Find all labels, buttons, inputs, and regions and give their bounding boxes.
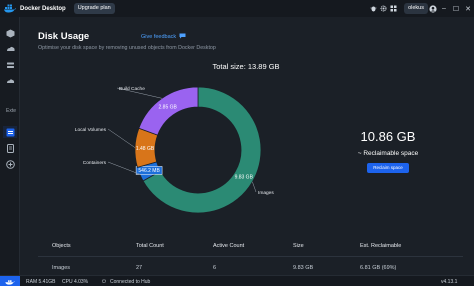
column-header-est-reclaimable: Est. Reclaimable bbox=[360, 243, 402, 249]
add-extensions-icon[interactable] bbox=[3, 158, 17, 170]
slice-category-label: Local Volumes bbox=[75, 127, 107, 133]
cell-total-count: 27 bbox=[136, 265, 143, 271]
slice-value-label: 1.48 GB bbox=[136, 146, 155, 152]
slice-value-label: 546.2 MB bbox=[138, 168, 160, 174]
dev-environments-icon[interactable] bbox=[3, 75, 17, 87]
disk-usage-donut-chart: 9.83 GB Images 546.2 MB Containers 1.48 GB Lo… bbox=[75, 86, 274, 214]
cell-size: 9.83 GB bbox=[293, 265, 314, 271]
column-header-size: Size bbox=[293, 243, 304, 249]
user-account-button[interactable]: olekus bbox=[404, 3, 428, 14]
maximize-button[interactable]: ☐ bbox=[450, 0, 462, 17]
callout-line bbox=[252, 181, 257, 193]
cpu-usage: CPU 4.03% bbox=[62, 279, 89, 285]
containers-icon[interactable] bbox=[3, 27, 17, 39]
avatar-icon[interactable] bbox=[428, 0, 438, 17]
sidebar: Exte bbox=[0, 17, 20, 275]
hub-connection-status: Connected to Hub bbox=[110, 279, 151, 285]
settings-gear-icon[interactable] bbox=[378, 0, 388, 17]
slice-value-label: 9.83 GB bbox=[235, 175, 254, 181]
app-title: Docker Desktop bbox=[20, 5, 66, 12]
docker-whale-icon bbox=[2, 0, 18, 17]
upgrade-plan-button[interactable]: Upgrade plan bbox=[73, 3, 115, 14]
disk-usage-extension-icon[interactable] bbox=[3, 126, 17, 138]
ram-usage: RAM 5.41GB bbox=[26, 279, 56, 285]
grid-apps-icon[interactable] bbox=[388, 0, 398, 17]
title-bar: Docker Desktop Upgrade plan olekus – ☐ ✕ bbox=[0, 0, 474, 17]
volumes-icon[interactable] bbox=[3, 59, 17, 71]
slice-category-label: Images bbox=[258, 190, 274, 196]
callout-line bbox=[107, 161, 140, 175]
disk-usage-table: Objects Total Count Active Count Size Es… bbox=[38, 235, 463, 279]
callout-line bbox=[107, 128, 136, 148]
hub-plug-icon: ⏻ bbox=[102, 279, 106, 285]
cell-objects: Images bbox=[52, 265, 71, 271]
column-header-total-count: Total Count bbox=[136, 243, 164, 249]
reclaimable-size: 10.86 GB bbox=[360, 129, 416, 144]
column-header-objects: Objects bbox=[52, 243, 71, 249]
status-bar: RAM 5.41GB CPU 4.03% ⏻ Connected to Hub … bbox=[0, 275, 474, 286]
images-icon[interactable] bbox=[3, 43, 17, 55]
minimize-button[interactable]: – bbox=[438, 0, 450, 17]
close-button[interactable]: ✕ bbox=[462, 0, 474, 17]
bug-icon[interactable] bbox=[368, 0, 378, 17]
slice-category-label: Containers bbox=[83, 160, 107, 166]
cell-est-reclaimable: 6.81 GB (69%) bbox=[360, 265, 397, 271]
slice-value-label: 2.85 GB bbox=[159, 104, 178, 110]
version-label: v4.13.1 bbox=[441, 279, 458, 285]
donut-slice-build-cache[interactable] bbox=[138, 86, 199, 136]
reclaim-space-button[interactable]: Reclaim space bbox=[367, 163, 409, 173]
reclaimable-space-label: ~ Reclaimable space bbox=[357, 150, 419, 157]
slice-category-label: Build Cache bbox=[119, 86, 145, 92]
column-header-active-count: Active Count bbox=[213, 243, 245, 249]
logs-extension-icon[interactable] bbox=[3, 142, 17, 154]
extensions-label: Exte bbox=[6, 108, 17, 114]
docker-status-whale-icon[interactable] bbox=[0, 276, 20, 286]
cell-active-count: 6 bbox=[213, 265, 217, 271]
table-header-row: Objects Total Count Active Count Size Es… bbox=[38, 235, 463, 257]
main-content: Disk Usage Give feedback Optimise your d… bbox=[21, 17, 474, 275]
